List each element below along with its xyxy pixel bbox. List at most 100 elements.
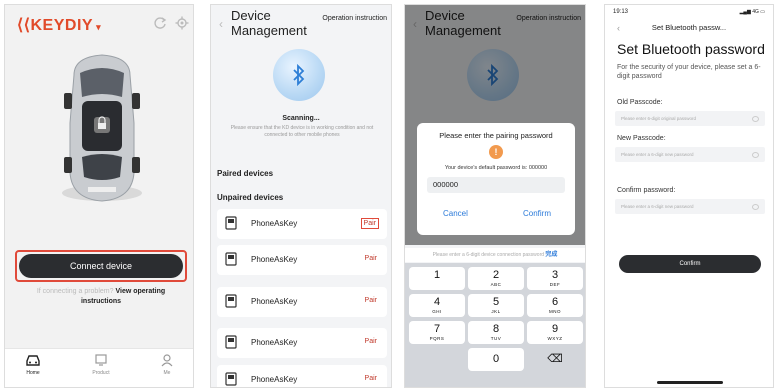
device-icon [225, 216, 237, 230]
backspace-icon: ⌫ [547, 353, 563, 365]
password-input[interactable]: 000000 [427, 177, 565, 193]
home-screen: ⟨⟨KEYDIY ▾ Connect device If connecting a… [4, 4, 194, 388]
product-icon [95, 354, 107, 366]
connect-device-button[interactable]: Connect device [19, 254, 183, 278]
old-passcode-label: Old Passcode: [617, 99, 663, 106]
home-indicator [657, 381, 723, 384]
bluetooth-icon [293, 63, 305, 87]
key-2[interactable]: 2 ABC [468, 267, 524, 290]
home-header: ⟨⟨KEYDIY ▾ [5, 5, 193, 45]
person-icon [161, 354, 173, 367]
tab-home-label: Home [26, 370, 40, 376]
keyboard-hint-bar: Please enter a 6-digit device connection… [405, 248, 585, 262]
status-indicators: ▂▄▆ 4G ▭ [739, 9, 765, 15]
nav-title: Set Bluetooth passw... [651, 23, 727, 32]
bluetooth-scan-indicator [273, 49, 325, 101]
bottom-tab-bar: Home Product Me [5, 348, 193, 387]
device-row[interactable]: PhoneAsKey Pair [217, 287, 387, 317]
confirm-button[interactable]: Confirm [523, 209, 551, 218]
tab-home[interactable]: Home [13, 353, 53, 376]
car-image [62, 54, 142, 202]
connect-device-highlight: Connect device [15, 250, 187, 282]
back-icon[interactable]: ‹ [219, 17, 223, 31]
cancel-button[interactable]: Cancel [443, 209, 468, 218]
set-bluetooth-password-screen: 19:13 ▂▄▆ 4G ▭ ‹ Set Bluetooth passw... … [604, 4, 774, 388]
network-type: 4G [752, 9, 759, 15]
visibility-icon[interactable] [752, 152, 759, 158]
keyboard-done-button[interactable]: 完成 [545, 252, 557, 258]
device-icon [225, 252, 237, 266]
tab-product-label: Product [92, 370, 110, 376]
tab-me[interactable]: Me [147, 353, 187, 376]
status-time: 19:13 [613, 9, 629, 15]
device-row[interactable]: PhoneAsKey Pair [217, 209, 387, 239]
key-0[interactable]: 0 [468, 348, 524, 371]
operation-instruction-link[interactable]: Operation instruction [322, 15, 387, 22]
tab-product[interactable]: Product [81, 353, 121, 376]
key-9[interactable]: 9 WXYZ [527, 321, 583, 344]
confirm-password-label: Confirm password: [617, 187, 676, 194]
new-passcode-field[interactable]: Please enter a 6-digit new password [615, 147, 765, 162]
key-1[interactable]: 1 [409, 267, 465, 290]
device-row[interactable]: PhoneAsKey Pair [217, 245, 387, 275]
device-icon [225, 335, 237, 349]
key-3[interactable]: 3 DEF [527, 267, 583, 290]
brand-mark-icon: ⟨⟨ [17, 17, 31, 34]
dialog-title: Please enter the pairing password [439, 131, 553, 140]
numeric-keypad: 1 2 ABC 3 DEF 4 GHI 5 JKL 6 MNO 7 PQRS 8 TUV 9W… [405, 263, 585, 387]
nav-bar: ‹ Device Management Operation instructio… [211, 5, 391, 41]
new-passcode-placeholder: Please enter a 6-digit new password [621, 152, 694, 157]
pairing-dialog: Please enter the pairing password ! Your… [417, 123, 575, 235]
old-passcode-placeholder: Please enter 6-digit original password [621, 116, 697, 121]
settings-icon[interactable] [175, 16, 189, 30]
pair-button[interactable]: Pair [363, 337, 379, 346]
key-6[interactable]: 6 MNO [527, 294, 583, 317]
confirm-button[interactable]: Confirm [619, 255, 761, 273]
confirm-password-placeholder: Please enter a 6-digit new password [621, 204, 694, 209]
brand-logo: ⟨⟨KEYDIY ▾ [17, 15, 101, 35]
backspace-key[interactable]: ⌫ [527, 348, 583, 371]
key-4[interactable]: 4 GHI [409, 294, 465, 317]
device-name: PhoneAsKey [251, 375, 298, 384]
unpaired-devices-header: Unpaired devices [217, 193, 284, 202]
confirm-password-field[interactable]: Please enter a 6-digit new password [615, 199, 765, 214]
dialog-description: Your device's default password is: 00000… [444, 165, 548, 171]
device-name: PhoneAsKey [251, 219, 298, 228]
new-passcode-label: New Passcode: [617, 135, 666, 142]
scanning-status: Scanning... [282, 115, 320, 122]
device-name: PhoneAsKey [251, 255, 298, 264]
warning-icon: ! [489, 145, 503, 159]
dropdown-caret-icon[interactable]: ▾ [96, 22, 101, 32]
refresh-icon[interactable] [153, 16, 167, 30]
pair-button[interactable]: Pair [363, 254, 379, 263]
pair-button[interactable]: Pair [360, 218, 379, 229]
pair-button[interactable]: Pair [363, 374, 379, 383]
brand-name: KEYDIY [30, 17, 94, 34]
device-name: PhoneAsKey [251, 338, 298, 347]
operating-hint: If connecting a problem? View operating … [19, 287, 183, 307]
car-front-icon [26, 355, 40, 366]
visibility-icon[interactable] [752, 116, 759, 122]
device-name: PhoneAsKey [251, 297, 298, 306]
tab-me-label: Me [163, 370, 171, 376]
key-8[interactable]: 8 TUV [468, 321, 524, 344]
page-title: Set Bluetooth password [617, 41, 765, 57]
old-passcode-field[interactable]: Please enter 6-digit original password [615, 111, 765, 126]
page-title: Device Management [231, 8, 307, 38]
device-icon [225, 372, 237, 386]
pairing-password-screen: ‹ Device Management Operation instructio… [404, 4, 586, 388]
scan-description: Please ensure that the KD device is in w… [230, 125, 374, 138]
keyboard-hint-text: Please enter a 6-digit device connection… [432, 252, 545, 258]
device-row[interactable]: PhoneAsKey Pair [217, 365, 387, 387]
key-5[interactable]: 5 JKL [468, 294, 524, 317]
pair-button[interactable]: Pair [363, 296, 379, 305]
key-7[interactable]: 7 PQRS [409, 321, 465, 344]
paired-devices-header: Paired devices [217, 169, 274, 178]
page-description: For the security of your device, please … [617, 64, 761, 80]
device-icon [225, 294, 237, 308]
hint-faint-text: If connecting a problem? [36, 288, 114, 295]
device-row[interactable]: PhoneAsKey Pair [217, 328, 387, 358]
visibility-icon[interactable] [752, 204, 759, 210]
device-management-screen: ‹ Device Management Operation instructio… [210, 4, 392, 388]
key-blank [409, 348, 465, 371]
